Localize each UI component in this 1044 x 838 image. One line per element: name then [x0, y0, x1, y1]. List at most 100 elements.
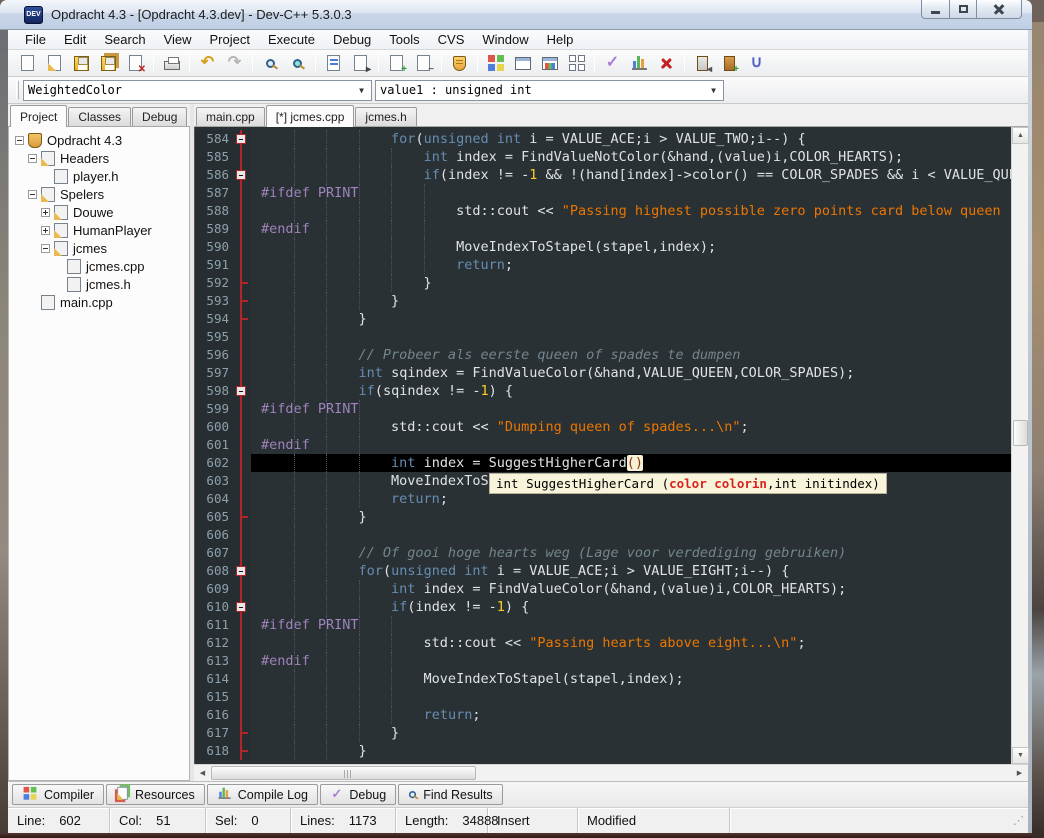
class-browser-combo[interactable]: WeightedColor ▼: [23, 80, 372, 101]
configure-button[interactable]: [563, 51, 590, 75]
project-options-button[interactable]: [536, 51, 563, 75]
tree-item-opdracht-4-3[interactable]: Opdracht 4.3: [15, 131, 189, 149]
code-line[interactable]: 600 std::cout << "Dumping queen of spade…: [195, 418, 1011, 436]
code-line[interactable]: 595: [195, 328, 1011, 346]
code-line[interactable]: 609 int index = FindValueColor(&hand,(va…: [195, 580, 1011, 598]
fold-collapse-icon[interactable]: [236, 170, 246, 180]
code-line[interactable]: 613#endif: [195, 652, 1011, 670]
code-line[interactable]: 607 // Of gooi hoge hearts weg (Lage voo…: [195, 544, 1011, 562]
menu-edit[interactable]: Edit: [55, 30, 95, 49]
remove-button[interactable]: −: [410, 51, 437, 75]
code-line[interactable]: 597 int sqindex = FindValueColor(&hand,V…: [195, 364, 1011, 382]
code-line[interactable]: 599#ifdef PRINT: [195, 400, 1011, 418]
incremental-search-button[interactable]: ▸: [347, 51, 374, 75]
resize-grip[interactable]: ⋰: [1013, 814, 1028, 827]
code-line[interactable]: 594 }: [195, 310, 1011, 328]
report-tab-resources[interactable]: Resources: [106, 784, 205, 805]
code-line[interactable]: 617 }: [195, 724, 1011, 742]
collapse-icon[interactable]: [28, 154, 37, 163]
scroll-left-button[interactable]: ◀: [194, 765, 211, 781]
code-line[interactable]: 605 }: [195, 508, 1011, 526]
code-area[interactable]: 584 for(unsigned int i = VALUE_ACE;i > V…: [194, 127, 1011, 764]
save-button[interactable]: [68, 51, 95, 75]
code-line[interactable]: 598 if(sqindex != -1) {: [195, 382, 1011, 400]
menu-view[interactable]: View: [155, 30, 201, 49]
code-line[interactable]: 586 if(index != -1 && !(hand[index]->col…: [195, 166, 1011, 184]
abort-button[interactable]: [653, 51, 680, 75]
fold-margin[interactable]: [235, 130, 251, 148]
code-line[interactable]: 614 MoveIndexToStapel(stapel,index);: [195, 670, 1011, 688]
code-line[interactable]: 593 }: [195, 292, 1011, 310]
save-all-button[interactable]: [95, 51, 122, 75]
compile-and-run-button[interactable]: ◂: [689, 51, 716, 75]
debug-run-button[interactable]: ∪: [743, 51, 770, 75]
code-line[interactable]: 592 }: [195, 274, 1011, 292]
report-tab-debug[interactable]: ✓Debug: [320, 784, 396, 805]
tree-item-douwe[interactable]: Douwe: [15, 203, 189, 221]
code-line[interactable]: 601#endif: [195, 436, 1011, 454]
expand-icon[interactable]: [41, 226, 50, 235]
code-line[interactable]: 585 int index = FindValueNotColor(&hand,…: [195, 148, 1011, 166]
code-line[interactable]: 610 if(index != -1) {: [195, 598, 1011, 616]
collapse-icon[interactable]: [15, 136, 24, 145]
fold-collapse-icon[interactable]: [236, 566, 246, 576]
tree-item-spelers[interactable]: Spelers: [15, 185, 189, 203]
profile-button[interactable]: [446, 51, 473, 75]
tree-item-jcmes[interactable]: jcmes: [15, 239, 189, 257]
editor-tab-jcmes.cpp[interactable]: [*] jcmes.cpp: [266, 105, 355, 127]
expand-icon[interactable]: [41, 208, 50, 217]
fold-margin[interactable]: [235, 166, 251, 184]
compile-button[interactable]: ✓: [599, 51, 626, 75]
menu-window[interactable]: Window: [473, 30, 537, 49]
code-line[interactable]: 615: [195, 688, 1011, 706]
undo-button[interactable]: ↶: [194, 51, 221, 75]
code-line[interactable]: 584 for(unsigned int i = VALUE_ACE;i > V…: [195, 130, 1011, 148]
menu-help[interactable]: Help: [538, 30, 583, 49]
menu-file[interactable]: File: [16, 30, 55, 49]
menu-execute[interactable]: Execute: [259, 30, 324, 49]
print-button[interactable]: [158, 51, 185, 75]
code-line[interactable]: 606: [195, 526, 1011, 544]
sidebar-tab-classes[interactable]: Classes: [68, 107, 131, 126]
new-file-button[interactable]: [14, 51, 41, 75]
find-button[interactable]: [257, 51, 284, 75]
current-code-line[interactable]: 602 int index = SuggestHigherCard(): [195, 454, 1011, 472]
titlebar[interactable]: DEV Opdracht 4.3 - [Opdracht 4.3.dev] - …: [0, 0, 1032, 30]
code-line[interactable]: 596 // Probeer als eerste queen of spade…: [195, 346, 1011, 364]
scroll-down-button[interactable]: ▼: [1012, 747, 1029, 764]
tree-item-jcmes-cpp[interactable]: jcmes.cpp: [15, 257, 189, 275]
code-line[interactable]: 589#endif: [195, 220, 1011, 238]
close-file-button[interactable]: ✕: [122, 51, 149, 75]
code-line[interactable]: 608 for(unsigned int i = VALUE_ACE;i > V…: [195, 562, 1011, 580]
maximize-button[interactable]: [950, 0, 977, 19]
fold-collapse-icon[interactable]: [236, 134, 246, 144]
menu-debug[interactable]: Debug: [324, 30, 380, 49]
rebuild-all-button[interactable]: +: [716, 51, 743, 75]
menu-project[interactable]: Project: [201, 30, 259, 49]
menu-search[interactable]: Search: [95, 30, 154, 49]
code-line[interactable]: 611#ifdef PRINT: [195, 616, 1011, 634]
fold-collapse-icon[interactable]: [236, 386, 246, 396]
code-line[interactable]: 587#ifdef PRINT: [195, 184, 1011, 202]
add-button[interactable]: +: [383, 51, 410, 75]
scroll-right-button[interactable]: ▶: [1011, 765, 1028, 781]
editor-tab-jcmes.h[interactable]: jcmes.h: [355, 107, 416, 126]
report-tab-compiler[interactable]: Compiler: [12, 784, 104, 805]
replace-button[interactable]: [284, 51, 311, 75]
tree-item-player-h[interactable]: player.h: [15, 167, 189, 185]
goto-line-button[interactable]: [320, 51, 347, 75]
collapse-icon[interactable]: [41, 244, 50, 253]
tree-item-main-cpp[interactable]: main.cpp: [15, 293, 189, 311]
redo-button[interactable]: ↷: [221, 51, 248, 75]
fold-margin[interactable]: [235, 382, 251, 400]
horizontal-scroll-thumb[interactable]: [211, 766, 476, 780]
menu-cvs[interactable]: CVS: [429, 30, 474, 49]
report-tab-compile-log[interactable]: Compile Log: [207, 784, 318, 805]
close-button[interactable]: [977, 0, 1022, 19]
tree-item-headers[interactable]: Headers: [15, 149, 189, 167]
fold-margin[interactable]: [235, 562, 251, 580]
code-line[interactable]: 618 }: [195, 742, 1011, 760]
sidebar-tab-debug[interactable]: Debug: [132, 107, 187, 126]
chevron-down-icon[interactable]: ▼: [706, 83, 721, 98]
tree-item-humanplayer[interactable]: HumanPlayer: [15, 221, 189, 239]
